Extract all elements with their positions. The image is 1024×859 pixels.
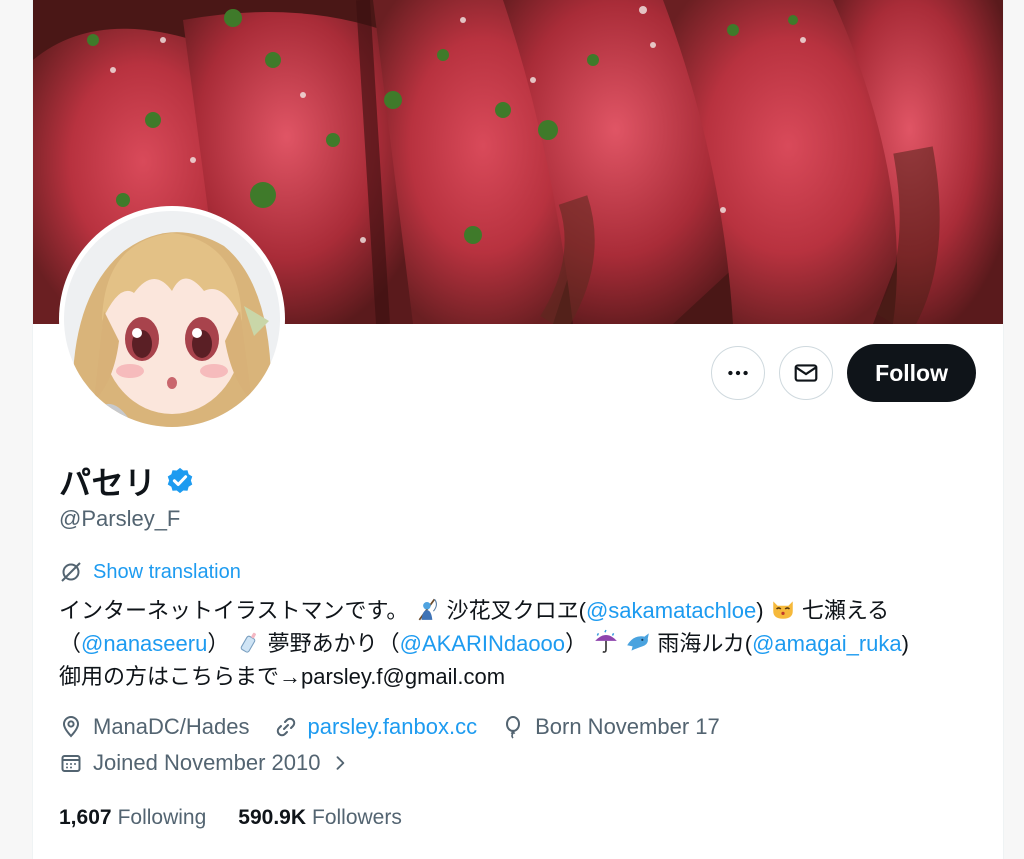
more-button[interactable] [711,346,766,400]
following-stat[interactable]: 1,607 Following [59,806,206,830]
website-link[interactable]: parsley.fanbox.cc [308,714,478,740]
bio-paren: ） [565,631,588,656]
followers-stat[interactable]: 590.9K Followers [238,806,402,830]
profile-actions: Follow [711,344,976,402]
joined-row[interactable]: Joined November 2010 [59,750,374,776]
envelope-icon [794,364,818,382]
followers-label: Followers [312,806,402,829]
bio-name-akari: 夢野あかり（ [267,631,400,656]
translate-icon [61,562,81,582]
chevron-right-icon [337,756,345,770]
kissing-cat-emoji-icon [772,601,793,619]
joined-text: Joined November 2010 [93,750,321,775]
birthday-text: Born November 17 [535,714,720,739]
profile-meta-row: ManaDC/Hades parsley.fanbox.cc Born Nove… [59,714,744,740]
bio-name-ruka: 雨海ルカ( [657,631,753,656]
dolphin-emoji-icon [627,633,650,651]
location-pin-icon [62,716,80,738]
follow-button[interactable]: Follow [847,344,976,402]
mention-link-nanaseeru[interactable]: @nanaseeru [81,631,207,656]
profile-avatar[interactable] [59,206,285,432]
user-handle: @Parsley_F [59,506,181,531]
profile-card: Follow パセリ @Parsley_F Show translation イ… [32,0,1004,859]
profile-bio: インターネットイラストマンです。 沙花叉クロヱ(@sakamatachloe) … [59,594,989,693]
mention-link-amagai-ruka[interactable]: @amagai_ruka [752,631,902,656]
avatar-anime-girl-image [64,211,280,427]
bio-contact-line: 御用の方はこちらまで→parsley.f@gmail.com [59,664,506,689]
more-icon [728,370,748,376]
bio-paren: （ [59,631,82,656]
bio-paren: ） [207,631,230,656]
bio-name-chloe: 沙花叉クロヱ( [446,598,586,623]
bio-text: インターネットイラストマンです。 [59,598,409,623]
verified-badge-icon[interactable] [165,466,195,496]
umbrella-with-rain-emoji-icon [595,629,618,653]
show-translation-label: Show translation [93,560,241,583]
message-button[interactable] [779,346,834,400]
location-item: ManaDC/Hades [59,714,250,740]
website-item: parsley.fanbox.cc [274,714,478,740]
following-label: Following [117,806,207,829]
bio-paren: ) [901,631,909,656]
mention-link-akarindaooo[interactable]: @AKARINdaooo [400,631,565,656]
show-translation-link[interactable]: Show translation [59,560,241,584]
balloon-icon [506,716,521,739]
joined-item: Joined November 2010 [59,750,350,776]
location-text: ManaDC/Hades [93,714,250,739]
person-with-fishing-rod-emoji-icon [418,598,437,621]
bio-paren: ) [756,598,764,623]
followers-count: 590.9K [238,806,306,829]
bio-name-eru: 七瀬える [801,598,890,623]
calendar-icon [61,755,81,772]
follow-stats: 1,607 Following 590.9K Followers [59,806,402,830]
baby-bottle-emoji-icon [241,632,257,653]
name-row: パセリ [59,458,195,504]
link-icon [276,717,295,737]
display-name: パセリ [59,465,157,501]
mention-link-sakamatachloe[interactable]: @sakamatachloe [586,598,756,623]
following-count: 1,607 [59,806,112,829]
birthday-item: Born November 17 [501,714,720,740]
